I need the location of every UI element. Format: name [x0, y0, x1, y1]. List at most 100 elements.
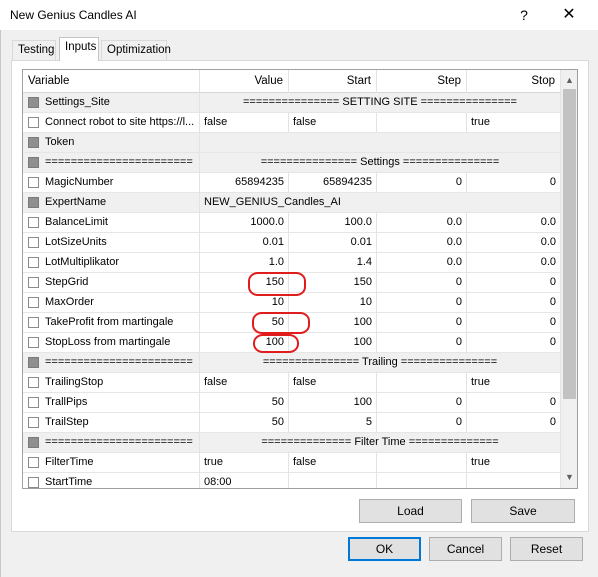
stop-cell[interactable]: 0 [467, 333, 561, 353]
tab-inputs[interactable]: Inputs [59, 37, 99, 61]
close-icon[interactable]: ✕ [555, 3, 583, 27]
start-cell[interactable]: 100.0 [289, 213, 377, 233]
row-checkbox[interactable] [28, 237, 39, 248]
step-cell[interactable]: 0.0 [377, 253, 467, 273]
step-cell[interactable] [377, 453, 467, 473]
row-checkbox[interactable] [28, 257, 39, 268]
cancel-button[interactable]: Cancel [429, 537, 502, 561]
header-step[interactable]: Step [377, 70, 467, 93]
value-span-cell[interactable]: NEW_GENIUS_Candles_AI [200, 193, 561, 213]
step-cell[interactable]: 0 [377, 333, 467, 353]
header-value[interactable]: Value [200, 70, 289, 93]
table-row[interactable]: Token [23, 133, 561, 153]
stop-cell[interactable]: 0 [467, 393, 561, 413]
value-span-cell[interactable] [200, 133, 561, 153]
stop-cell[interactable]: 0.0 [467, 253, 561, 273]
value-cell[interactable]: true [200, 453, 289, 473]
scroll-down-icon[interactable]: ▼ [561, 469, 577, 486]
value-cell[interactable]: false [200, 373, 289, 393]
table-row[interactable]: TrallPips 50 100 0 0 [23, 393, 561, 413]
tab-testing[interactable]: Testing [12, 40, 56, 60]
step-cell[interactable] [377, 373, 467, 393]
value-cell[interactable]: false [200, 113, 289, 133]
start-cell[interactable]: false [289, 373, 377, 393]
start-cell[interactable]: false [289, 453, 377, 473]
header-stop[interactable]: Stop [467, 70, 561, 93]
start-cell[interactable]: 100 [289, 393, 377, 413]
table-row[interactable]: StepGrid 150 150 0 0 [23, 273, 561, 293]
value-cell[interactable]: 65894235 [200, 173, 289, 193]
stop-cell[interactable]: 0.0 [467, 233, 561, 253]
step-cell[interactable]: 0 [377, 393, 467, 413]
save-button[interactable]: Save [471, 499, 575, 523]
value-cell[interactable]: 08:00 [200, 473, 289, 488]
step-cell[interactable] [377, 113, 467, 133]
value-span-cell[interactable]: =============== SETTING SITE ===========… [200, 93, 561, 113]
row-checkbox[interactable] [28, 177, 39, 188]
stop-cell[interactable]: 0.0 [467, 213, 561, 233]
table-row[interactable]: ======================= =============== T… [23, 353, 561, 373]
table-row[interactable]: LotMultiplikator 1.0 1.4 0.0 0.0 [23, 253, 561, 273]
start-cell[interactable]: 100 [289, 313, 377, 333]
table-row[interactable]: TrailStep 50 5 0 0 [23, 413, 561, 433]
value-cell[interactable]: 1000.0 [200, 213, 289, 233]
step-cell[interactable]: 0.0 [377, 213, 467, 233]
stop-cell[interactable] [467, 473, 561, 488]
start-cell[interactable]: 65894235 [289, 173, 377, 193]
table-row[interactable]: BalanceLimit 1000.0 100.0 0.0 0.0 [23, 213, 561, 233]
value-cell[interactable]: 150 [200, 273, 289, 293]
step-cell[interactable]: 0.0 [377, 233, 467, 253]
table-row[interactable]: MaxOrder 10 10 0 0 [23, 293, 561, 313]
row-checkbox[interactable] [28, 457, 39, 468]
step-cell[interactable]: 0 [377, 313, 467, 333]
start-cell[interactable]: false [289, 113, 377, 133]
stop-cell[interactable]: 0 [467, 313, 561, 333]
row-checkbox[interactable] [28, 477, 39, 488]
value-cell[interactable]: 100 [200, 333, 289, 353]
scrollbar-thumb[interactable] [563, 89, 576, 399]
scroll-up-icon[interactable]: ▲ [561, 72, 577, 89]
start-cell[interactable]: 1.4 [289, 253, 377, 273]
table-row[interactable]: Settings_Site =============== SETTING SIT… [23, 93, 561, 113]
load-button[interactable]: Load [359, 499, 462, 523]
step-cell[interactable]: 0 [377, 293, 467, 313]
value-cell[interactable]: 50 [200, 393, 289, 413]
row-checkbox[interactable] [28, 377, 39, 388]
row-checkbox[interactable] [28, 297, 39, 308]
vertical-scrollbar[interactable]: ▲ ▼ [561, 70, 577, 488]
value-span-cell[interactable]: ============== Filter Time =============… [200, 433, 561, 453]
start-cell[interactable] [289, 473, 377, 488]
step-cell[interactable]: 0 [377, 413, 467, 433]
row-checkbox[interactable] [28, 397, 39, 408]
stop-cell[interactable]: true [467, 113, 561, 133]
row-checkbox[interactable] [28, 117, 39, 128]
step-cell[interactable] [377, 473, 467, 488]
stop-cell[interactable]: true [467, 373, 561, 393]
table-row[interactable]: TakeProfit from martingale 50 100 0 0 [23, 313, 561, 333]
table-row[interactable]: StopLoss from martingale 100 100 0 0 [23, 333, 561, 353]
row-checkbox[interactable] [28, 417, 39, 428]
table-row[interactable]: StartTime 08:00 [23, 473, 561, 488]
table-row[interactable]: FilterTime true false true [23, 453, 561, 473]
row-checkbox[interactable] [28, 217, 39, 228]
start-cell[interactable]: 10 [289, 293, 377, 313]
table-row[interactable]: TrailingStop false false true [23, 373, 561, 393]
row-checkbox[interactable] [28, 317, 39, 328]
step-cell[interactable]: 0 [377, 273, 467, 293]
value-cell[interactable]: 10 [200, 293, 289, 313]
tab-optimization[interactable]: Optimization [101, 40, 171, 60]
table-row[interactable]: ExpertName NEW_GENIUS_Candles_AI [23, 193, 561, 213]
header-start[interactable]: Start [289, 70, 377, 93]
table-row[interactable]: ======================= ============== Fi… [23, 433, 561, 453]
stop-cell[interactable]: 0 [467, 293, 561, 313]
start-cell[interactable]: 150 [289, 273, 377, 293]
value-span-cell[interactable]: =============== Settings =============== [200, 153, 561, 173]
header-variable[interactable]: Variable [23, 70, 200, 93]
value-span-cell[interactable]: =============== Trailing =============== [200, 353, 561, 373]
value-cell[interactable]: 0.01 [200, 233, 289, 253]
value-cell[interactable]: 50 [200, 313, 289, 333]
reset-button[interactable]: Reset [510, 537, 583, 561]
stop-cell[interactable]: true [467, 453, 561, 473]
value-cell[interactable]: 50 [200, 413, 289, 433]
stop-cell[interactable]: 0 [467, 273, 561, 293]
